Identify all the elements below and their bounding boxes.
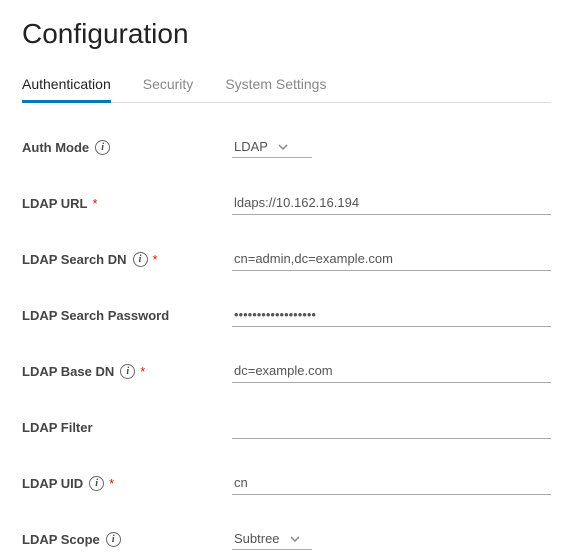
label-ldap-scope: LDAP Scope i: [22, 532, 232, 547]
label-text-ldap-url: LDAP URL: [22, 196, 87, 211]
label-text-ldap-search-password: LDAP Search Password: [22, 308, 169, 323]
info-icon[interactable]: i: [133, 252, 148, 267]
info-icon[interactable]: i: [95, 140, 110, 155]
row-ldap-search-dn: LDAP Search DN i *: [22, 245, 551, 273]
ldap-search-dn-input[interactable]: [232, 247, 551, 271]
label-ldap-uid: LDAP UID i *: [22, 476, 232, 491]
tab-security[interactable]: Security: [143, 68, 194, 103]
info-icon[interactable]: i: [89, 476, 104, 491]
chevron-down-icon: [290, 534, 300, 544]
row-ldap-scope: LDAP Scope i Subtree: [22, 525, 551, 553]
ldap-filter-input[interactable]: [232, 415, 551, 439]
label-text-ldap-search-dn: LDAP Search DN: [22, 252, 127, 267]
label-text-ldap-uid: LDAP UID: [22, 476, 83, 491]
required-marker: *: [140, 364, 145, 379]
ldap-uid-input[interactable]: [232, 471, 551, 495]
label-ldap-search-password: LDAP Search Password: [22, 308, 232, 323]
label-text-ldap-scope: LDAP Scope: [22, 532, 100, 547]
label-ldap-search-dn: LDAP Search DN i *: [22, 252, 232, 267]
row-ldap-filter: LDAP Filter: [22, 413, 551, 441]
label-text-auth-mode: Auth Mode: [22, 140, 89, 155]
label-text-ldap-filter: LDAP Filter: [22, 420, 93, 435]
ldap-search-password-input[interactable]: [232, 303, 551, 327]
row-ldap-search-password: LDAP Search Password: [22, 301, 551, 329]
info-icon[interactable]: i: [120, 364, 135, 379]
required-marker: *: [109, 476, 114, 491]
auth-mode-value: LDAP: [234, 139, 268, 154]
ldap-base-dn-input[interactable]: [232, 359, 551, 383]
page-title: Configuration: [22, 18, 551, 50]
chevron-down-icon: [278, 142, 288, 152]
row-ldap-base-dn: LDAP Base DN i *: [22, 357, 551, 385]
auth-mode-select[interactable]: LDAP: [232, 136, 312, 158]
row-ldap-url: LDAP URL *: [22, 189, 551, 217]
row-ldap-uid: LDAP UID i *: [22, 469, 551, 497]
info-icon[interactable]: i: [106, 532, 121, 547]
label-ldap-filter: LDAP Filter: [22, 420, 232, 435]
required-marker: *: [153, 252, 158, 267]
label-ldap-base-dn: LDAP Base DN i *: [22, 364, 232, 379]
tab-authentication[interactable]: Authentication: [22, 68, 111, 103]
label-ldap-url: LDAP URL *: [22, 196, 232, 211]
tab-system-settings[interactable]: System Settings: [225, 68, 326, 103]
ldap-url-input[interactable]: [232, 191, 551, 215]
label-auth-mode: Auth Mode i: [22, 140, 232, 155]
label-text-ldap-base-dn: LDAP Base DN: [22, 364, 114, 379]
required-marker: *: [92, 196, 97, 211]
ldap-scope-value: Subtree: [234, 531, 280, 546]
ldap-scope-select[interactable]: Subtree: [232, 528, 312, 550]
row-auth-mode: Auth Mode i LDAP: [22, 133, 551, 161]
tabs: Authentication Security System Settings: [22, 68, 551, 103]
